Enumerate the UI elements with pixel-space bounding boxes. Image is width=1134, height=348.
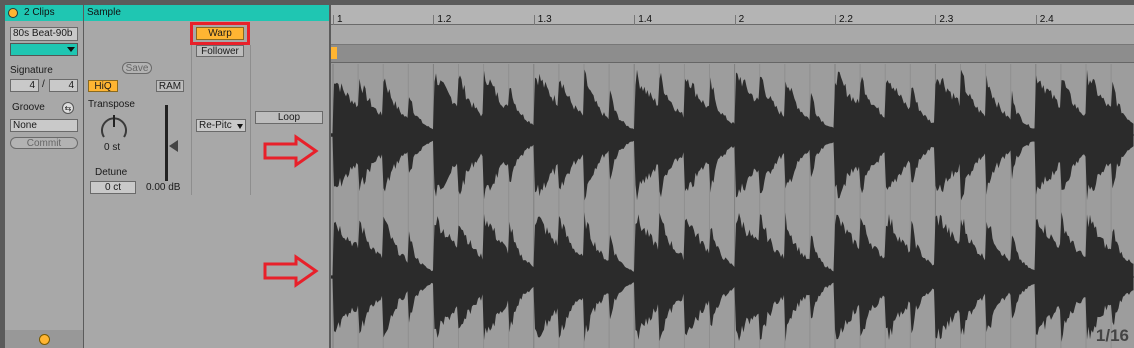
waveform-display[interactable] — [331, 64, 1134, 348]
clip-panel: 2 Clips 80s Beat-90b Signature 4 / 4 Gro… — [5, 5, 83, 348]
warp-marker-strip[interactable] — [331, 25, 1134, 45]
timeline-marker-label: 1.2 — [437, 14, 452, 25]
timeline-tick — [734, 15, 736, 25]
signature-denominator-field[interactable]: 4 — [49, 79, 78, 92]
timeline-tick — [533, 15, 535, 25]
detune-label: Detune — [95, 167, 128, 178]
signature-slash: / — [42, 79, 45, 90]
start-marker-icon[interactable] — [331, 47, 337, 59]
timeline-tick — [1035, 15, 1037, 25]
warp-mode-value: Re-Pitc — [199, 120, 232, 131]
timeline-markers: 1 1.2 1.3 1.4 2 2.2 2.3 2.4 — [331, 5, 1134, 25]
timeline-marker-label: 2 — [738, 14, 745, 25]
sample-header-title: Sample — [87, 7, 121, 18]
timeline-tick — [835, 15, 836, 25]
timeline-marker-label: 1.4 — [638, 14, 653, 25]
transpose-knob[interactable] — [98, 111, 130, 143]
sample-header: Sample — [84, 5, 329, 21]
clip-panel-footer — [5, 330, 83, 348]
signature-label: Signature — [10, 65, 53, 76]
ram-toggle[interactable]: RAM — [156, 80, 184, 92]
signature-numerator-field[interactable]: 4 — [10, 79, 39, 92]
timeline-marker-label: 2.2 — [839, 14, 853, 25]
clip-header-title: 2 Clips — [24, 7, 55, 18]
timeline-tick — [333, 15, 334, 25]
warp-highlight-box — [190, 22, 250, 45]
timeline-marker-label: 1 — [337, 14, 343, 25]
sample-panel: Sample Save HiQ RAM Transpose 0 st 0.00 … — [84, 5, 329, 348]
chevron-down-icon — [237, 124, 243, 129]
timeline-tick — [433, 15, 435, 25]
transpose-value: 0 st — [104, 142, 121, 153]
clip-color-dropdown[interactable] — [10, 43, 78, 56]
timeline-marker-label: 1.3 — [537, 14, 552, 25]
groove-hot-swap-icon[interactable]: ⇆ — [62, 102, 74, 114]
annotation-arrow-icon — [263, 254, 319, 288]
save-button[interactable]: Save — [122, 62, 152, 74]
timeline-marker-label: 2.4 — [1039, 14, 1054, 25]
zoom-level: 1/16 — [1095, 326, 1129, 345]
gain-value: 0.00 dB — [146, 182, 181, 193]
timeline-marker-label: 2.3 — [939, 14, 954, 25]
gain-slider-handle-icon[interactable] — [169, 140, 178, 152]
clip-name-field[interactable]: 80s Beat-90b — [10, 27, 78, 41]
follower-button[interactable]: Follower — [196, 45, 244, 57]
sample-divider-left — [191, 45, 192, 195]
loop-brace-strip[interactable] — [331, 45, 1134, 63]
timeline-tick — [935, 15, 937, 25]
clip-header[interactable]: 2 Clips — [5, 5, 83, 21]
groove-field[interactable]: None — [10, 119, 78, 132]
transpose-label: Transpose — [88, 99, 135, 110]
sample-editor[interactable]: 1 1.2 1.3 1.4 2 2.2 2.3 2.4 1/16 — [331, 5, 1134, 348]
groove-label: Groove — [12, 102, 45, 113]
loop-button[interactable]: Loop — [255, 111, 323, 124]
timeline-tick — [634, 15, 636, 25]
clip-activator-icon[interactable] — [8, 8, 18, 18]
sample-divider-right — [250, 45, 251, 195]
hiq-toggle[interactable]: HiQ — [88, 80, 118, 92]
chevron-down-icon — [67, 47, 75, 52]
groove-pool-icon[interactable] — [39, 334, 50, 345]
annotation-arrow-icon — [263, 134, 319, 168]
detune-field[interactable]: 0 ct — [90, 181, 136, 194]
commit-button[interactable]: Commit — [10, 137, 78, 149]
warp-mode-dropdown[interactable]: Re-Pitc — [196, 119, 246, 132]
gain-slider-track[interactable] — [165, 105, 168, 181]
